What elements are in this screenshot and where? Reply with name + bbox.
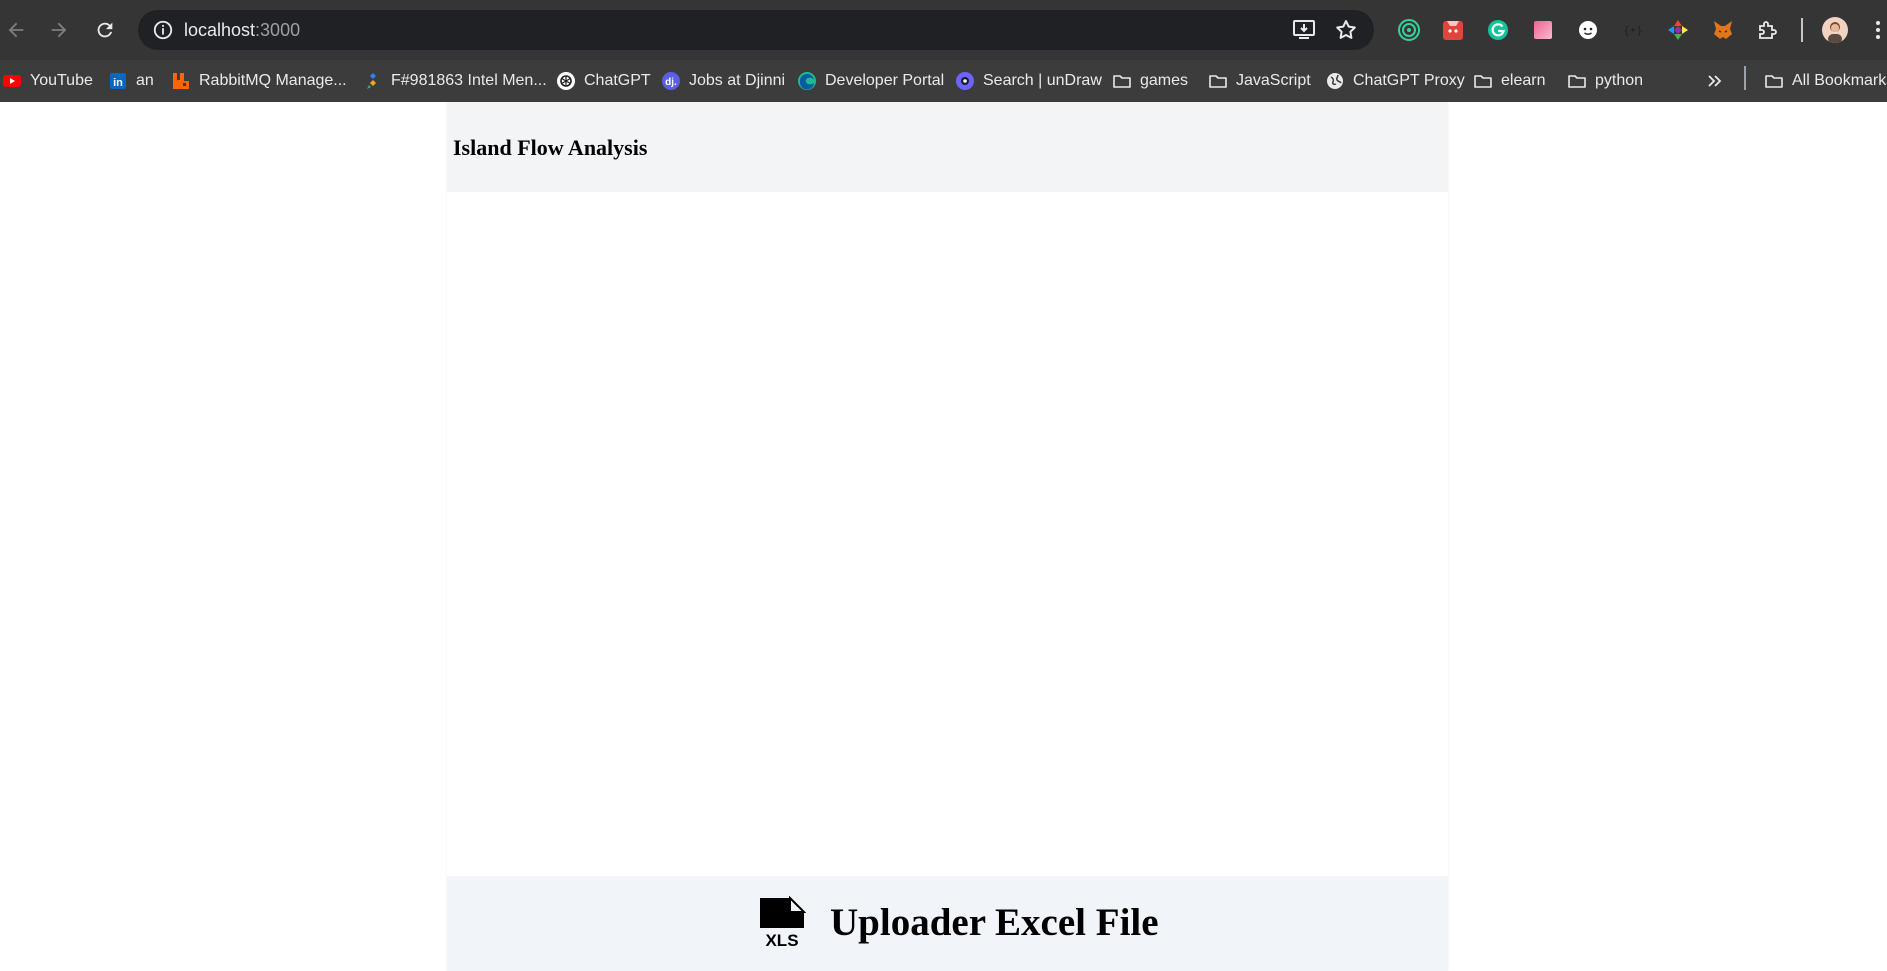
bookmarks-bar: YouTube in an RabbitMQ Manage... F#98186… xyxy=(0,60,1887,102)
pink-square-extension-icon[interactable] xyxy=(1530,17,1556,43)
folder-icon xyxy=(1567,71,1587,91)
app-header: Island Flow Analysis xyxy=(447,102,1448,192)
url-port: :3000 xyxy=(255,20,301,40)
bookmark-label: Developer Portal xyxy=(825,72,945,89)
back-button[interactable] xyxy=(0,14,32,46)
bookmark-label: All Bookmarks xyxy=(1792,72,1887,89)
browser-toolbar: localhost:3000 {•} xyxy=(0,0,1887,60)
grammarly-icon[interactable] xyxy=(1485,17,1511,43)
bookmark-chatgpt-proxy[interactable]: ChatGPT Proxy xyxy=(1325,70,1465,92)
all-bookmarks-button[interactable]: All Bookmarks xyxy=(1764,70,1887,92)
bookmark-jira-ticket[interactable]: F#981863 Intel Men... xyxy=(363,70,547,92)
excel-uploader[interactable]: XLS Uploader Excel File xyxy=(447,876,1448,971)
bookmark-youtube[interactable]: YouTube xyxy=(2,70,93,92)
toolbar-divider xyxy=(1801,18,1803,42)
profile-avatar[interactable] xyxy=(1822,17,1848,43)
bookmark-chatgpt[interactable]: ChatGPT xyxy=(556,70,651,92)
content-area xyxy=(447,192,1448,876)
djinni-icon: dj. xyxy=(661,71,681,91)
bookmark-label: ChatGPT xyxy=(584,72,651,89)
target-extension-icon[interactable] xyxy=(1396,17,1422,43)
bookmark-djinni[interactable]: dj. Jobs at Djinni xyxy=(661,70,785,92)
bookmark-label: ChatGPT Proxy xyxy=(1353,72,1465,89)
youtube-icon xyxy=(2,71,22,91)
address-bar[interactable]: localhost:3000 xyxy=(138,10,1374,50)
bookmark-folder-python[interactable]: python xyxy=(1567,70,1643,92)
face-extension-icon[interactable] xyxy=(1575,17,1601,43)
json-braces-extension-icon[interactable]: {•} xyxy=(1620,17,1646,43)
reload-button[interactable] xyxy=(89,14,121,46)
folder-icon xyxy=(1473,71,1493,91)
undraw-icon xyxy=(955,71,975,91)
bookmark-label: RabbitMQ Manage... xyxy=(199,72,347,89)
bookmark-label: Search | unDraw xyxy=(983,72,1102,89)
bookmark-label: F#981863 Intel Men... xyxy=(391,72,547,89)
bookmark-label: YouTube xyxy=(30,72,93,89)
bookmark-an[interactable]: in an xyxy=(108,70,154,92)
rabbitmq-icon xyxy=(171,71,191,91)
install-app-icon[interactable] xyxy=(1292,19,1316,41)
arrow-right-icon xyxy=(51,22,67,38)
bookmark-label: elearn xyxy=(1501,72,1546,89)
folder-icon xyxy=(1764,71,1784,91)
bookmark-label: python xyxy=(1595,72,1644,89)
svg-text:in: in xyxy=(113,77,123,89)
more-bookmarks-button[interactable] xyxy=(1705,70,1733,92)
metamask-fox-icon[interactable] xyxy=(1710,17,1736,43)
folder-icon xyxy=(1208,71,1228,91)
chevron-double-right-icon xyxy=(1705,71,1725,91)
puzzle-piece-icon[interactable] xyxy=(1755,17,1781,43)
bookmark-star-icon[interactable] xyxy=(1334,18,1358,42)
globe-icon xyxy=(1325,71,1345,91)
url-text[interactable]: localhost:3000 xyxy=(184,19,300,41)
site-info-icon[interactable] xyxy=(152,19,174,41)
color-wheel-extension-icon[interactable] xyxy=(1665,17,1691,43)
person-icon xyxy=(1828,22,1842,43)
edge-icon xyxy=(797,71,817,91)
page-title: Island Flow Analysis xyxy=(453,135,648,160)
openai-icon xyxy=(556,71,576,91)
bookmark-folder-games[interactable]: games xyxy=(1112,70,1188,92)
bookmark-label: an xyxy=(136,72,154,89)
bookmarks-divider xyxy=(1744,66,1746,90)
bookmark-label: JavaScript xyxy=(1236,72,1311,89)
bookmark-rabbitmq[interactable]: RabbitMQ Manage... xyxy=(171,70,347,92)
folder-icon xyxy=(1112,71,1132,91)
page-viewport: Island Flow Analysis XLS Uploader Excel … xyxy=(0,102,1887,971)
bookmark-folder-elearn[interactable]: elearn xyxy=(1473,70,1545,92)
forward-button[interactable] xyxy=(43,14,75,46)
bookmark-folder-javascript[interactable]: JavaScript xyxy=(1208,70,1311,92)
xls-icon-text: XLS xyxy=(765,931,798,948)
reload-icon xyxy=(97,22,113,38)
app-container: Island Flow Analysis XLS Uploader Excel … xyxy=(447,102,1448,971)
svg-text:{•}: {•} xyxy=(1623,24,1643,37)
red-cat-extension-icon[interactable] xyxy=(1440,17,1466,43)
xls-file-icon: XLS xyxy=(760,896,806,948)
browser-chrome: localhost:3000 {•} YouTube in an RabbitM… xyxy=(0,0,1887,102)
url-host: localhost xyxy=(184,20,256,40)
jira-icon xyxy=(363,71,383,91)
svg-text:dj.: dj. xyxy=(665,77,677,88)
uploader-label: Uploader Excel File xyxy=(830,901,1159,944)
kebab-menu-icon[interactable] xyxy=(1873,18,1883,42)
bookmark-label: games xyxy=(1140,72,1189,89)
bookmark-undraw[interactable]: Search | unDraw xyxy=(955,70,1102,92)
bookmark-developer-portal[interactable]: Developer Portal xyxy=(797,70,944,92)
bookmark-label: Jobs at Djinni xyxy=(689,72,786,89)
linkedin-icon: in xyxy=(108,71,128,91)
arrow-left-icon xyxy=(8,22,24,38)
